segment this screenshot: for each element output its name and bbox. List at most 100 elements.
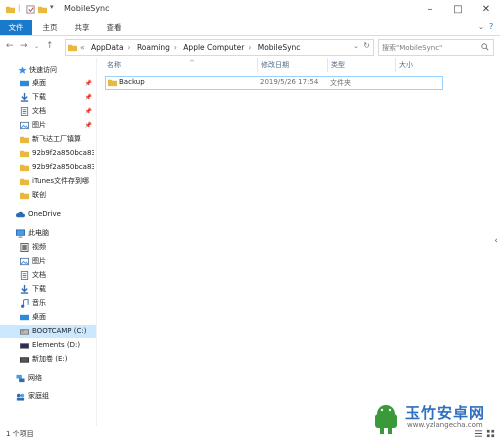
expand-ribbon-icon[interactable]: ⌄ xyxy=(478,23,484,31)
video-icon xyxy=(20,243,29,252)
forward-icon[interactable]: → xyxy=(20,41,28,51)
breadcrumb-overflow[interactable]: « xyxy=(80,43,85,52)
sidebar-item-folder[interactable]: 新飞达工厂镇算 xyxy=(0,133,96,146)
chevron-right-icon[interactable]: › xyxy=(128,43,131,52)
tab-home[interactable]: 主页 xyxy=(38,20,62,35)
breadcrumb-item[interactable]: Roaming xyxy=(137,43,170,52)
desktop-icon xyxy=(20,314,29,321)
sidebar-item-downloads[interactable]: 下载 📌 xyxy=(0,91,96,104)
column-divider[interactable] xyxy=(327,58,328,72)
picture-icon xyxy=(20,257,29,266)
column-divider[interactable] xyxy=(395,58,396,72)
customize-toolbar-icon[interactable]: ▾ xyxy=(50,3,54,11)
column-header-date-modified[interactable]: 修改日期 xyxy=(261,58,327,72)
sidebar-homegroup[interactable]: 家庭组 xyxy=(0,390,96,403)
pin-icon: 📌 xyxy=(84,122,92,129)
column-divider[interactable] xyxy=(257,58,258,72)
maximize-button[interactable]: □ xyxy=(444,0,472,20)
file-name: Backup xyxy=(119,78,145,86)
sidebar-item-documents[interactable]: 文档 xyxy=(0,269,96,282)
close-button[interactable]: ✕ xyxy=(472,0,500,20)
chevron-right-icon[interactable]: › xyxy=(174,43,177,52)
breadcrumb-item[interactable]: MobileSync xyxy=(258,43,301,52)
sidebar-item-desktop[interactable]: 桌面 📌 xyxy=(0,77,96,90)
picture-icon xyxy=(20,121,29,130)
up-icon[interactable]: ↑ xyxy=(46,41,54,51)
sidebar-item-bootcamp-drive[interactable]: BOOTCAMP (C:) xyxy=(0,325,96,338)
folder-icon xyxy=(20,136,29,144)
drive-icon xyxy=(20,343,29,349)
download-icon xyxy=(20,93,29,102)
cloud-icon xyxy=(16,211,25,218)
pin-icon: 📌 xyxy=(84,80,92,87)
recent-locations-icon[interactable]: ⌄ xyxy=(34,43,39,50)
sidebar-item-pictures[interactable]: 图片 📌 xyxy=(0,119,96,132)
sidebar-item-folder[interactable]: 92b9f2a850bca83 xyxy=(0,161,96,174)
drive-icon xyxy=(20,329,29,335)
watermark-brand: 玉竹安卓网 xyxy=(405,404,486,422)
new-folder-icon[interactable] xyxy=(38,5,47,14)
item-count: 1 个项目 xyxy=(6,430,34,438)
refresh-icon[interactable]: ↻ xyxy=(363,41,370,50)
back-icon[interactable]: ← xyxy=(6,41,14,51)
tab-file[interactable]: 文件 xyxy=(0,20,32,35)
file-modified-date: 2019/5/26 17:54 xyxy=(260,78,319,86)
network-icon xyxy=(16,374,25,383)
sidebar-item-elements-drive[interactable]: Elements (D:) xyxy=(0,339,96,352)
sidebar-quick-access[interactable]: 快速访问 xyxy=(0,64,96,77)
help-icon[interactable]: ? xyxy=(489,22,493,31)
tab-share[interactable]: 共享 xyxy=(70,20,94,35)
breadcrumb-item[interactable]: AppData xyxy=(91,43,124,52)
folder-icon xyxy=(20,192,29,200)
breadcrumb-item[interactable]: Apple Computer xyxy=(183,43,244,52)
folder-icon xyxy=(20,164,29,172)
sidebar-network[interactable]: 网络 xyxy=(0,372,96,385)
breadcrumb: « AppData › Roaming › Apple Computer › Mobi… xyxy=(80,43,304,52)
sidebar-item-desktop[interactable]: 桌面 xyxy=(0,311,96,324)
sidebar-item-folder[interactable]: 联创 xyxy=(0,189,96,202)
computer-icon xyxy=(16,229,25,238)
file-list-pane: 名称 ^ 修改日期 类型 大小 Backup 2019/5/26 17:54 文… xyxy=(96,58,500,426)
address-bar[interactable]: « AppData › Roaming › Apple Computer › Mobi… xyxy=(65,39,374,56)
folder-icon xyxy=(68,44,77,52)
folder-icon xyxy=(108,79,117,87)
sidebar-item-videos[interactable]: 视频 xyxy=(0,241,96,254)
drive-icon xyxy=(20,357,29,363)
sidebar-item-folder[interactable]: iTunes文件存到哪 xyxy=(0,175,96,188)
sidebar-item-music[interactable]: 音乐 xyxy=(0,297,96,310)
pin-icon: 📌 xyxy=(84,108,92,115)
column-header-name[interactable]: 名称 ^ xyxy=(107,58,257,72)
navigation-pane: 快速访问 桌面 📌 下载 📌 文档 📌 图片 📌 新飞达工厂镇算 92b9f2a… xyxy=(0,58,96,426)
column-header-size[interactable]: 大小 xyxy=(399,58,441,72)
android-logo-icon xyxy=(375,405,397,434)
properties-icon[interactable] xyxy=(26,5,35,14)
chevron-down-icon[interactable]: ⌄ xyxy=(353,42,359,50)
table-row[interactable]: Backup 2019/5/26 17:54 文件夹 xyxy=(105,76,443,90)
search-input[interactable]: 搜索"MobileSync" xyxy=(378,39,494,56)
folder-icon xyxy=(20,178,29,186)
chevron-left-icon[interactable]: ‹ xyxy=(492,236,500,250)
sidebar-onedrive[interactable]: OneDrive xyxy=(0,208,96,221)
tab-view[interactable]: 查看 xyxy=(102,20,126,35)
sidebar-item-new-volume-drive[interactable]: 新加卷 (E:) xyxy=(0,353,96,366)
pin-icon: 📌 xyxy=(84,94,92,101)
watermark-url: www.yzlangecha.com xyxy=(407,421,483,429)
window-title: MobileSync xyxy=(64,4,110,13)
minimize-button[interactable]: – xyxy=(416,0,444,20)
ribbon-tabs: 文件 主页 共享 查看 ⌄ ? xyxy=(0,20,500,36)
sidebar-item-folder[interactable]: 92b9f2a850bca83 xyxy=(0,147,96,160)
chevron-right-icon[interactable]: › xyxy=(248,43,251,52)
file-type: 文件夹 xyxy=(330,79,351,87)
sidebar-this-pc[interactable]: 此电脑 xyxy=(0,227,96,240)
search-placeholder: 搜索"MobileSync" xyxy=(382,44,443,52)
document-icon xyxy=(20,271,29,280)
search-icon xyxy=(481,43,489,51)
column-header-type[interactable]: 类型 xyxy=(331,58,395,72)
sidebar-item-documents[interactable]: 文档 📌 xyxy=(0,105,96,118)
divider: | xyxy=(18,4,21,12)
homegroup-icon xyxy=(16,393,25,401)
sort-up-icon: ^ xyxy=(189,59,195,67)
document-icon xyxy=(20,107,29,116)
sidebar-item-pictures[interactable]: 图片 xyxy=(0,255,96,268)
sidebar-item-downloads[interactable]: 下载 xyxy=(0,283,96,296)
